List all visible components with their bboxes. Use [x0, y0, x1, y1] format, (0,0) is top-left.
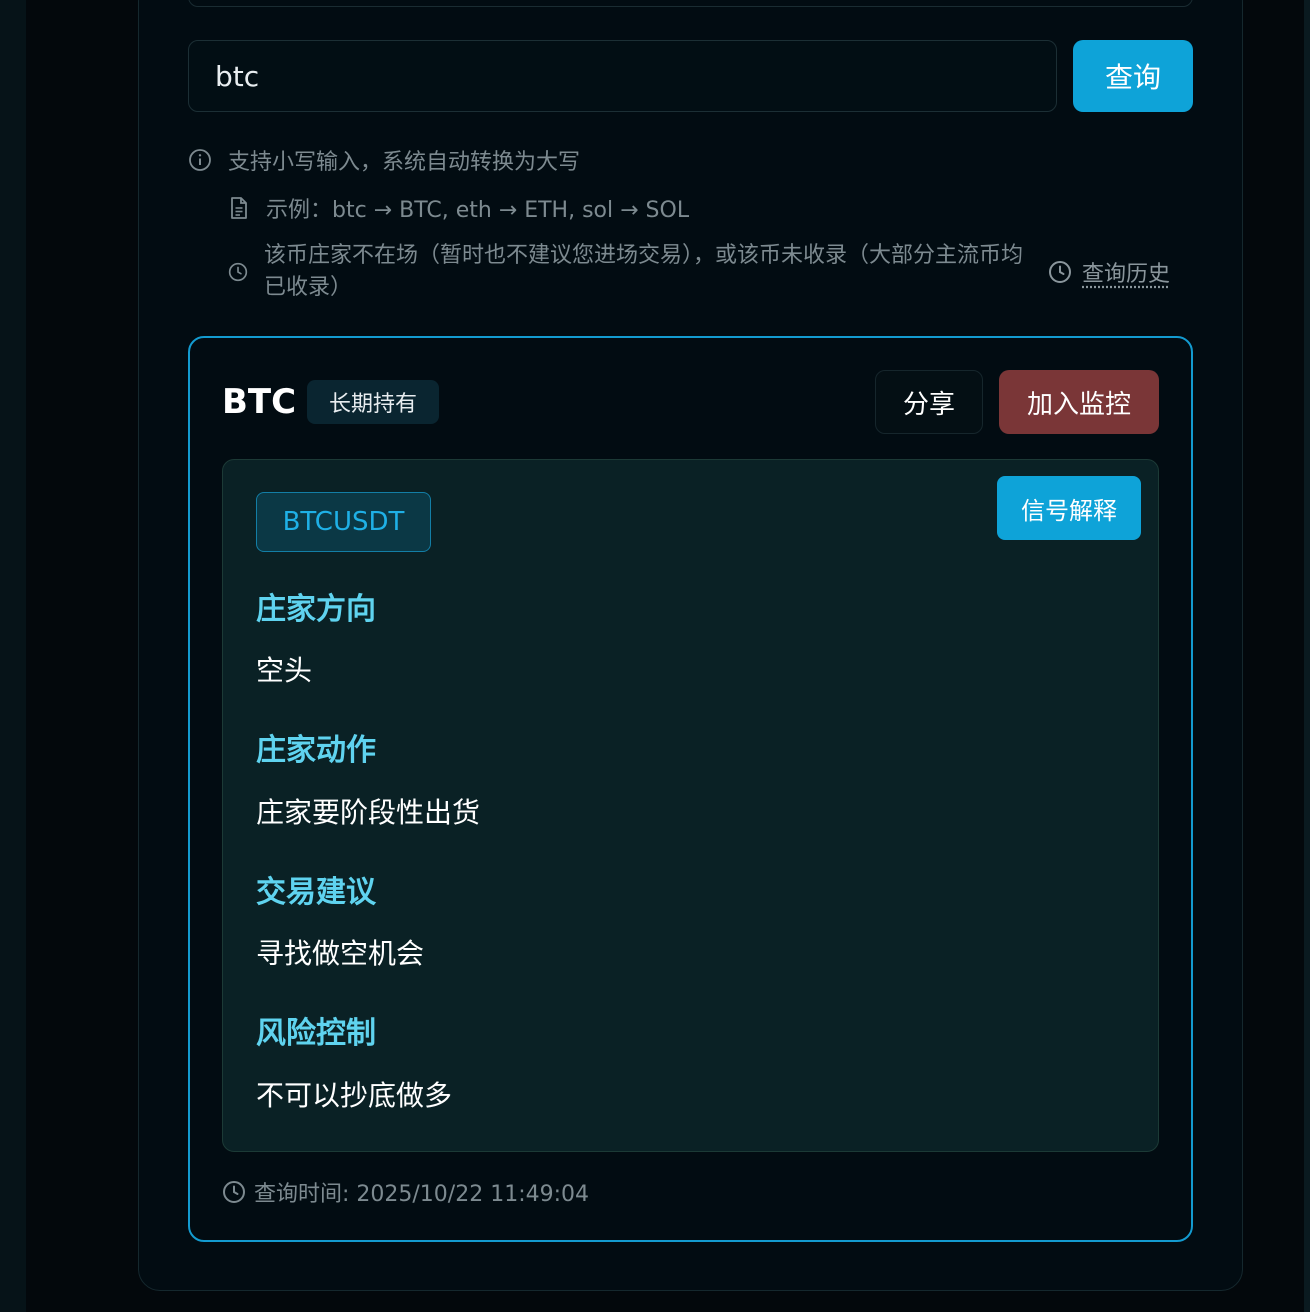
section-value-risk: 不可以抄底做多 — [256, 1079, 453, 1112]
clock-icon — [228, 262, 248, 282]
previous-field-edge — [188, 0, 1193, 7]
holding-tag-badge: 长期持有 — [307, 380, 439, 424]
hint-example: 示例：btc → BTC, eth → ETH, sol → SOL — [228, 192, 689, 224]
hint-example-text: 示例：btc → BTC, eth → ETH, sol → SOL — [266, 198, 690, 223]
section-title-action: 庄家动作 — [256, 733, 376, 768]
section-title-risk: 风险控制 — [256, 1016, 376, 1051]
info-icon — [189, 149, 211, 171]
time-clock-icon — [223, 1181, 245, 1203]
section-value-advice: 寻找做空机会 — [256, 937, 425, 970]
history-clock-icon — [1049, 261, 1071, 283]
add-monitor-button[interactable]: 加入监控 — [999, 370, 1159, 434]
section-value-action: 庄家要阶段性出货 — [256, 796, 481, 829]
query-button[interactable]: 查询 — [1073, 40, 1193, 112]
section-title-direction: 庄家方向 — [256, 592, 376, 627]
hint-absent-text: 该币庄家不在场（暂时也不建议您进场交易），或该币未收录（大部分主流币均已收录） — [264, 243, 1024, 300]
hint-lowercase: 支持小写输入，系统自动转换为大写 — [188, 144, 580, 176]
query-history-link[interactable]: 查询历史 — [1048, 256, 1170, 288]
hint-absent: 该币庄家不在场（暂时也不建议您进场交易），或该币未收录（大部分主流币均已收录） — [228, 240, 1034, 304]
hint-lowercase-text: 支持小写输入，系统自动转换为大写 — [228, 150, 581, 175]
left-edge-strip — [0, 0, 26, 1312]
section-title-advice: 交易建议 — [256, 875, 376, 910]
document-icon — [231, 197, 247, 219]
query-time-text: 查询时间: 2025/10/22 11:49:04 — [254, 1182, 590, 1207]
coin-symbol: BTC — [222, 382, 297, 422]
right-edge-strip — [1304, 0, 1310, 1312]
query-time: 查询时间: 2025/10/22 11:49:04 — [222, 1177, 589, 1207]
query-history-label[interactable]: 查询历史 — [1082, 256, 1170, 288]
trading-pair-badge: BTCUSDT — [256, 492, 431, 552]
share-button[interactable]: 分享 — [875, 370, 983, 434]
section-value-direction: 空头 — [256, 654, 313, 687]
coin-search-input[interactable] — [188, 40, 1057, 112]
signal-explain-button[interactable]: 信号解释 — [997, 476, 1141, 540]
